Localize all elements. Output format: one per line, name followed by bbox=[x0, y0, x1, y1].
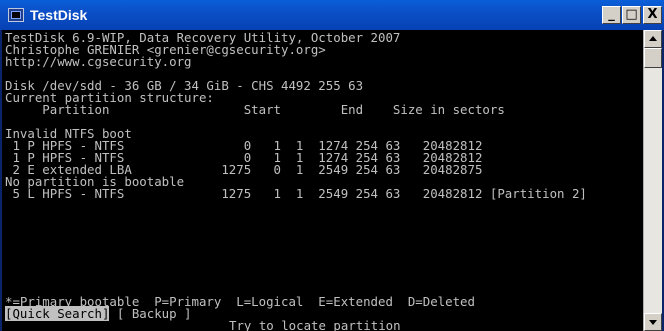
title-bar[interactable]: TestDisk _ □ X bbox=[0, 0, 664, 30]
backup-option[interactable]: [ Backup ] bbox=[109, 306, 192, 321]
window-title: TestDisk bbox=[30, 7, 88, 23]
vertical-scrollbar[interactable] bbox=[643, 30, 662, 331]
partition-row: 5 L HPFS - NTFS 1275 1 1 2549 254 63 204… bbox=[5, 186, 587, 201]
column-headers: Partition Start End Size in sectors bbox=[5, 102, 505, 117]
console-output[interactable]: TestDisk 6.9-WIP, Data Recovery Utility,… bbox=[2, 30, 643, 331]
console-app-icon[interactable] bbox=[8, 8, 24, 22]
scroll-down-icon[interactable] bbox=[644, 313, 662, 331]
menu-bar: [Quick Search] [ Backup ] bbox=[5, 306, 192, 321]
quick-search-option[interactable]: [Quick Search] bbox=[5, 306, 110, 321]
scroll-thumb[interactable] bbox=[644, 48, 662, 68]
maximize-button[interactable]: □ bbox=[622, 6, 641, 24]
close-button[interactable]: X bbox=[643, 6, 662, 24]
minimize-button[interactable]: _ bbox=[602, 6, 621, 24]
testdisk-window: TestDisk _ □ X TestDisk 6.9-WIP, Data Re… bbox=[0, 0, 664, 331]
scroll-up-icon[interactable] bbox=[644, 30, 662, 48]
header-line: http://www.cgsecurity.org bbox=[5, 54, 192, 69]
status-line: Try to locate partition_ bbox=[229, 318, 409, 331]
